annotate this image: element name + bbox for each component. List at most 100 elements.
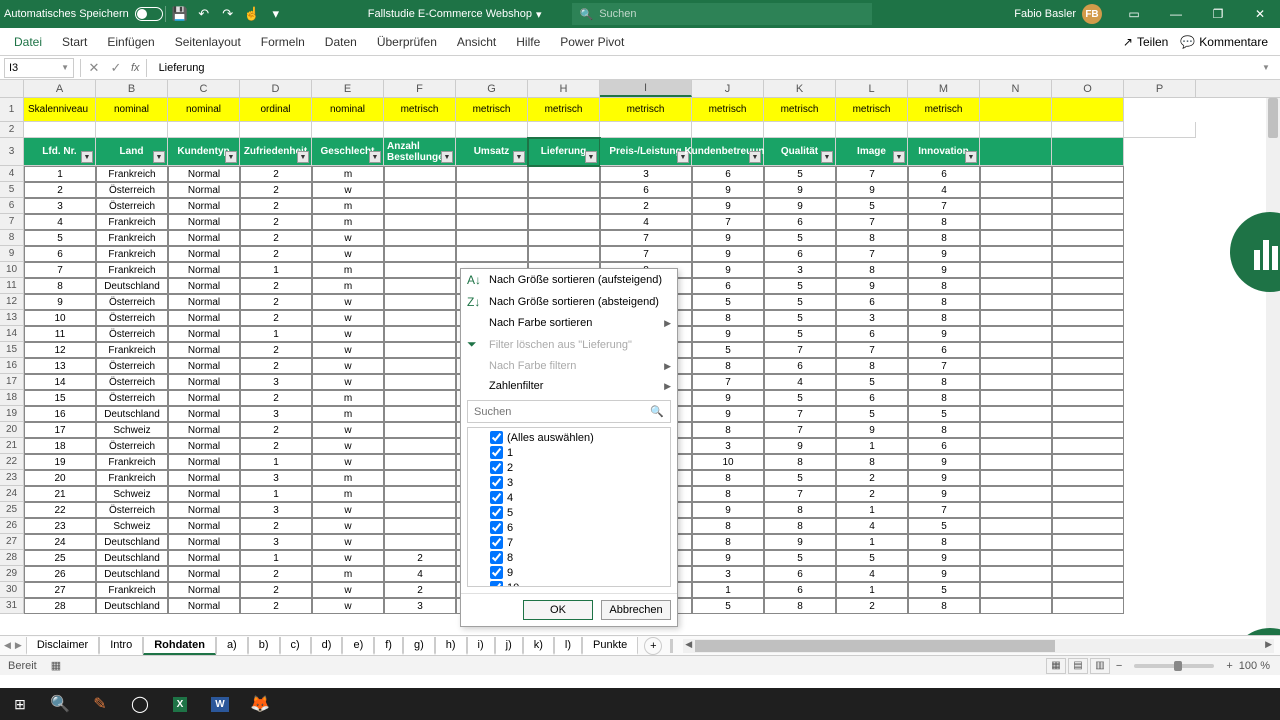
- cell[interactable]: [980, 454, 1052, 470]
- row-header[interactable]: 7: [0, 214, 24, 230]
- cell[interactable]: 1: [24, 166, 96, 182]
- cell[interactable]: 4: [600, 214, 692, 230]
- cell[interactable]: Deutschland: [96, 550, 168, 566]
- cell[interactable]: 5: [908, 518, 980, 534]
- cell[interactable]: [980, 262, 1052, 278]
- column-header[interactable]: N: [980, 80, 1052, 97]
- cell[interactable]: Normal: [168, 518, 240, 534]
- row-header[interactable]: 31: [0, 598, 24, 614]
- row-header[interactable]: 24: [0, 486, 24, 502]
- cell[interactable]: 4: [836, 566, 908, 582]
- cell[interactable]: [528, 246, 600, 262]
- cell[interactable]: 9: [836, 182, 908, 198]
- sheet-tab[interactable]: g): [403, 637, 435, 655]
- cell[interactable]: [240, 122, 312, 138]
- cell[interactable]: [384, 310, 456, 326]
- cell[interactable]: [1052, 566, 1124, 582]
- ribbon-tab-überprüfen[interactable]: Überprüfen: [367, 28, 447, 56]
- cell[interactable]: [528, 214, 600, 230]
- cell[interactable]: 6: [692, 278, 764, 294]
- cell[interactable]: [1052, 198, 1124, 214]
- cell[interactable]: 9: [908, 550, 980, 566]
- filter-value-item[interactable]: 10: [490, 580, 664, 587]
- maximize-button[interactable]: ❐: [1198, 0, 1238, 28]
- filter-value-item[interactable]: 1: [490, 445, 664, 460]
- cell[interactable]: 7: [836, 166, 908, 182]
- column-header[interactable]: B: [96, 80, 168, 97]
- cell[interactable]: [980, 138, 1052, 166]
- cell[interactable]: [1052, 230, 1124, 246]
- cell[interactable]: 6: [836, 326, 908, 342]
- cell[interactable]: Normal: [168, 566, 240, 582]
- cell[interactable]: [980, 502, 1052, 518]
- cell[interactable]: [980, 198, 1052, 214]
- cell[interactable]: 3: [692, 438, 764, 454]
- cell[interactable]: [1052, 310, 1124, 326]
- taskbar-word[interactable]: W: [200, 688, 240, 720]
- cell[interactable]: Normal: [168, 182, 240, 198]
- cell[interactable]: 21: [24, 486, 96, 502]
- cell[interactable]: Normal: [168, 454, 240, 470]
- cell[interactable]: [384, 390, 456, 406]
- vertical-scrollbar[interactable]: [1266, 98, 1280, 635]
- cell[interactable]: [980, 486, 1052, 502]
- cell[interactable]: 1: [836, 438, 908, 454]
- filter-search-input[interactable]: [474, 406, 650, 418]
- cell[interactable]: [1052, 246, 1124, 262]
- cell[interactable]: [980, 550, 1052, 566]
- cell[interactable]: 9: [24, 294, 96, 310]
- cell[interactable]: [1052, 374, 1124, 390]
- filter-search[interactable]: 🔍: [467, 400, 671, 423]
- cell[interactable]: [1052, 486, 1124, 502]
- cell[interactable]: 3: [240, 534, 312, 550]
- ribbon-tab-start[interactable]: Start: [52, 28, 97, 56]
- cell[interactable]: Image▼: [836, 138, 908, 166]
- cell[interactable]: 23: [24, 518, 96, 534]
- cell[interactable]: 6: [764, 246, 836, 262]
- cell[interactable]: 8: [692, 534, 764, 550]
- cell[interactable]: 7: [600, 246, 692, 262]
- cell[interactable]: Frankreich: [96, 454, 168, 470]
- cell[interactable]: [1052, 454, 1124, 470]
- cell[interactable]: [980, 406, 1052, 422]
- cell[interactable]: 1: [240, 486, 312, 502]
- cell[interactable]: 2: [240, 182, 312, 198]
- cell[interactable]: 13: [24, 358, 96, 374]
- cell[interactable]: 2: [240, 358, 312, 374]
- cell[interactable]: 6: [908, 342, 980, 358]
- cell[interactable]: 1: [240, 454, 312, 470]
- touch-icon[interactable]: ☝: [240, 2, 264, 26]
- cell[interactable]: Deutschland: [96, 406, 168, 422]
- cell[interactable]: w: [312, 534, 384, 550]
- cell[interactable]: w: [312, 326, 384, 342]
- cell[interactable]: 8: [836, 230, 908, 246]
- row-header[interactable]: 14: [0, 326, 24, 342]
- cell[interactable]: 9: [764, 534, 836, 550]
- filter-value-item[interactable]: 4: [490, 490, 664, 505]
- cell[interactable]: [980, 182, 1052, 198]
- cell[interactable]: [980, 358, 1052, 374]
- cell[interactable]: 5: [836, 374, 908, 390]
- cell[interactable]: Normal: [168, 342, 240, 358]
- row-header[interactable]: 8: [0, 230, 24, 246]
- share-button[interactable]: ↗ Teilen: [1123, 35, 1168, 49]
- filter-value-item[interactable]: 5: [490, 505, 664, 520]
- column-header[interactable]: C: [168, 80, 240, 97]
- cell[interactable]: [1052, 138, 1124, 166]
- cell[interactable]: Normal: [168, 358, 240, 374]
- cell[interactable]: 8: [692, 358, 764, 374]
- cell[interactable]: 9: [692, 262, 764, 278]
- cell[interactable]: [384, 422, 456, 438]
- row-header[interactable]: 3: [0, 138, 24, 166]
- cell[interactable]: [384, 374, 456, 390]
- filter-value-item[interactable]: 9: [490, 565, 664, 580]
- cell[interactable]: Normal: [168, 374, 240, 390]
- taskbar-excel[interactable]: X: [160, 688, 200, 720]
- cell[interactable]: 7: [836, 214, 908, 230]
- cell[interactable]: Österreich: [96, 326, 168, 342]
- filter-checkbox[interactable]: [490, 491, 503, 504]
- cell[interactable]: [980, 422, 1052, 438]
- row-header[interactable]: 19: [0, 406, 24, 422]
- cell[interactable]: 7: [836, 246, 908, 262]
- cell[interactable]: 8: [692, 518, 764, 534]
